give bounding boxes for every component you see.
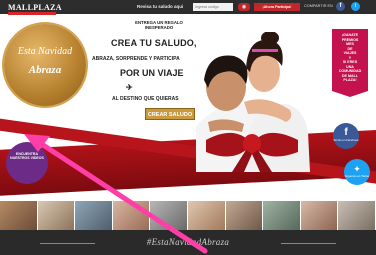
twitter-share-icon[interactable]: t [351, 2, 360, 11]
badge-line-1: Esta Navidad [17, 46, 73, 57]
headline-sub: ABRAZA, SORPRENDE Y PARTICIPA [92, 56, 180, 62]
view-greeting-button[interactable]: ◉ [238, 3, 250, 11]
share-label: COMPARTIR EN [304, 4, 333, 8]
headline-intro: ENTREGA UN REGALO INESPERADO [135, 20, 183, 30]
campaign-badge: Esta Navidad Abraza [4, 24, 86, 106]
landing-page: MALLPLAZA Revisa tu saludo aqui ◉ ¡Ahora… [0, 0, 376, 255]
photo-thumbnail[interactable] [0, 201, 38, 230]
headline-destination: AL DESTINO QUE QUIERAS [112, 96, 179, 102]
photo-thumbnail[interactable] [150, 201, 188, 230]
headline-prize-2: ✈ [126, 83, 133, 92]
photo-thumbnail[interactable] [112, 201, 151, 230]
headline-prize: POR UN VIAJE [120, 68, 184, 78]
photo-strip [0, 201, 376, 230]
footer-divider-left [40, 243, 95, 244]
promo-banner[interactable]: ¡GANATE PREMIOS MES DE VIAJES Y SI ERES … [332, 29, 368, 97]
twitter-icon: ✦ [353, 164, 361, 174]
footer-hashtag: #EstaNavidadAbraza [146, 237, 230, 247]
facebook-icon: f [344, 127, 348, 138]
videos-bubble-button[interactable]: ENCUENTRA NUESTROS VIDEOS [6, 142, 48, 184]
top-bar: MALLPLAZA Revisa tu saludo aqui ◉ ¡Ahora… [0, 0, 376, 15]
photo-thumbnail[interactable] [300, 201, 339, 230]
couple-hugging-image [196, 32, 310, 172]
facebook-share-icon[interactable]: f [336, 2, 345, 11]
badge-line-2: Abraza [28, 64, 62, 76]
twitter-follow-button[interactable]: ✦ Síguenos en Twitter [344, 159, 370, 185]
photo-thumbnail[interactable] [263, 201, 301, 230]
facebook-fan-label: Sé fan en Facebook [333, 138, 359, 142]
photo-thumbnail[interactable] [75, 201, 113, 230]
photo-thumbnail[interactable] [37, 201, 76, 230]
review-greeting-label: Revisa tu saludo aqui [137, 4, 184, 9]
twitter-follow-label: Síguenos en Twitter [344, 174, 370, 178]
participate-button[interactable]: ¡Ahora Participa! [254, 3, 300, 11]
facebook-fan-button[interactable]: f Sé fan en Facebook [333, 123, 359, 149]
code-input[interactable] [193, 3, 233, 11]
footer-divider-right [281, 243, 336, 244]
logo-accent [8, 12, 56, 15]
promo-line: PLAZA! [343, 78, 357, 82]
photo-thumbnail[interactable] [187, 201, 226, 230]
photo-thumbnail[interactable] [338, 201, 376, 230]
photo-thumbnail[interactable] [225, 201, 264, 230]
headline-main: CREA TU SALUDO, [111, 38, 197, 48]
